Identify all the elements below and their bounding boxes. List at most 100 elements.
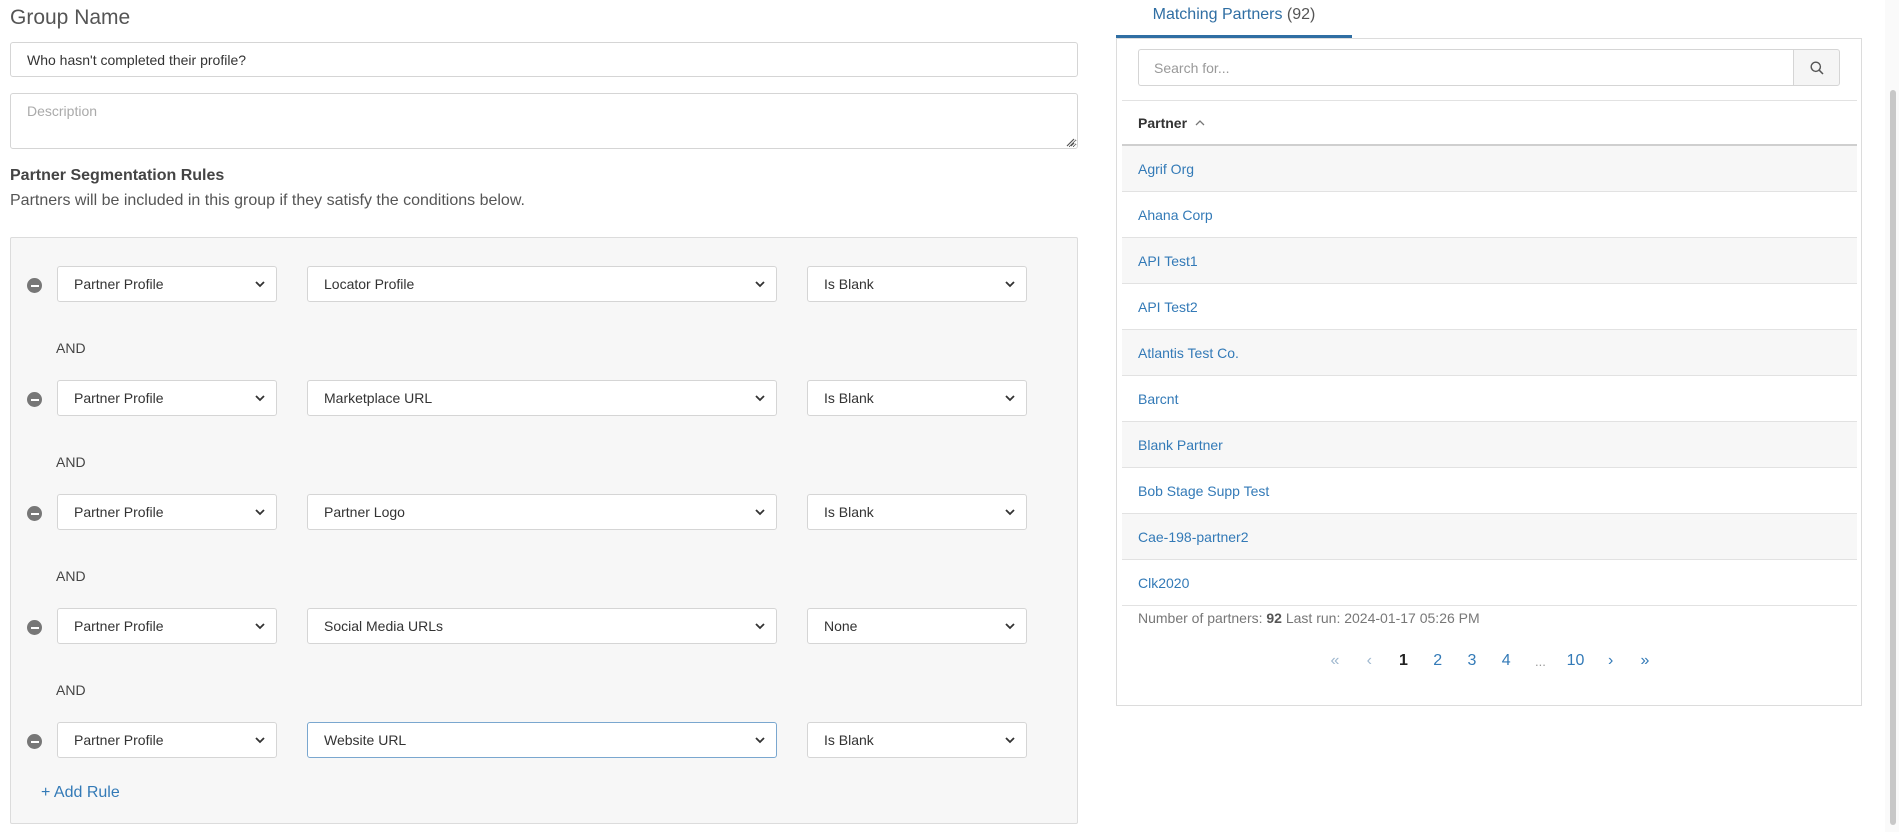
- count-value: 92: [1266, 610, 1282, 626]
- next-page-icon[interactable]: ›: [1603, 652, 1619, 670]
- page-scrollbar[interactable]: [1885, 0, 1899, 832]
- rule-source-select[interactable]: Partner Profile: [57, 494, 277, 530]
- and-label: AND: [56, 682, 86, 698]
- tab-matching-partners[interactable]: Matching Partners (92): [1116, 0, 1352, 38]
- rule-source-value: Partner Profile: [74, 732, 164, 748]
- first-page-icon[interactable]: «: [1327, 652, 1343, 670]
- rule-source-select[interactable]: Partner Profile: [57, 380, 277, 416]
- page-1[interactable]: 1: [1395, 652, 1411, 670]
- pagination: « ‹ 1 2 3 4 ... 10 › »: [1327, 649, 1653, 673]
- tab-count: (92): [1286, 6, 1316, 23]
- last-page-icon[interactable]: »: [1637, 652, 1653, 670]
- chevron-down-icon: [255, 395, 265, 402]
- rule-condition-select[interactable]: Is Blank: [807, 380, 1027, 416]
- rule-condition-value: Is Blank: [824, 276, 874, 292]
- rules-subtitle: Partners will be included in this group …: [10, 192, 525, 209]
- rule-source-value: Partner Profile: [74, 276, 164, 292]
- partner-row[interactable]: Barcnt: [1122, 376, 1857, 422]
- rule-condition-select[interactable]: Is Blank: [807, 722, 1027, 758]
- rule-condition-value: None: [824, 618, 858, 634]
- remove-rule-icon[interactable]: [27, 278, 42, 293]
- rule-row: Partner Profile Marketplace URL Is Blank: [11, 380, 1077, 416]
- chevron-down-icon: [255, 509, 265, 516]
- partner-column-header[interactable]: Partner: [1122, 100, 1857, 146]
- last-run-label: Last run:: [1285, 610, 1341, 626]
- rule-field-value: Locator Profile: [324, 276, 415, 292]
- partner-row[interactable]: Bob Stage Supp Test: [1122, 468, 1857, 514]
- search-icon: [1810, 61, 1824, 75]
- page-10[interactable]: 10: [1567, 652, 1585, 670]
- add-rule-button[interactable]: + Add Rule: [41, 784, 120, 802]
- partner-list: Agrif Org Ahana Corp API Test1 API Test2…: [1122, 146, 1857, 606]
- group-name-input[interactable]: [10, 42, 1078, 77]
- rule-condition-select[interactable]: Is Blank: [807, 266, 1027, 302]
- rule-field-select[interactable]: Locator Profile: [307, 266, 777, 302]
- rule-row: Partner Profile Social Media URLs None: [11, 608, 1077, 644]
- chevron-down-icon: [755, 509, 765, 516]
- group-name-label: Group Name: [10, 6, 131, 29]
- partner-count-summary: Number of partners: 92 Last run: 2024-01…: [1138, 610, 1480, 626]
- partner-row[interactable]: Clk2020: [1122, 560, 1857, 606]
- page-4[interactable]: 4: [1498, 652, 1514, 670]
- rule-row: Partner Profile Locator Profile Is Blank: [11, 266, 1077, 302]
- chevron-down-icon: [1005, 509, 1015, 516]
- remove-rule-icon[interactable]: [27, 734, 42, 749]
- search-bar: [1138, 49, 1840, 86]
- partner-row[interactable]: API Test1: [1122, 238, 1857, 284]
- rule-condition-value: Is Blank: [824, 390, 874, 406]
- chevron-down-icon: [1005, 623, 1015, 630]
- chevron-down-icon: [755, 281, 765, 288]
- remove-rule-icon[interactable]: [27, 392, 42, 407]
- last-run-value: 2024-01-17 05:26 PM: [1344, 610, 1480, 626]
- chevron-down-icon: [255, 623, 265, 630]
- rule-source-select[interactable]: Partner Profile: [57, 608, 277, 644]
- rule-source-select[interactable]: Partner Profile: [57, 722, 277, 758]
- page-ellipsis: ...: [1534, 653, 1546, 669]
- column-header-label: Partner: [1138, 114, 1188, 131]
- and-label: AND: [56, 340, 86, 356]
- rule-condition-select[interactable]: Is Blank: [807, 494, 1027, 530]
- partner-row[interactable]: Blank Partner: [1122, 422, 1857, 468]
- previous-page-icon[interactable]: ‹: [1361, 652, 1377, 670]
- rule-field-value: Website URL: [324, 732, 407, 748]
- rule-field-select[interactable]: Website URL: [307, 722, 777, 758]
- rule-field-select[interactable]: Marketplace URL: [307, 380, 777, 416]
- and-label: AND: [56, 568, 86, 584]
- partner-row[interactable]: Ahana Corp: [1122, 192, 1857, 238]
- rule-field-select[interactable]: Social Media URLs: [307, 608, 777, 644]
- rule-condition-select[interactable]: None: [807, 608, 1027, 644]
- rules-container: Partner Profile Locator Profile Is Blank…: [10, 237, 1078, 824]
- remove-rule-icon[interactable]: [27, 506, 42, 521]
- chevron-down-icon: [755, 623, 765, 630]
- page-3[interactable]: 3: [1464, 652, 1480, 670]
- partner-row[interactable]: Cae-198-partner2: [1122, 514, 1857, 560]
- chevron-down-icon: [755, 737, 765, 744]
- partner-row[interactable]: API Test2: [1122, 284, 1857, 330]
- rule-row: Partner Profile Website URL Is Blank: [11, 722, 1077, 758]
- description-input[interactable]: [10, 93, 1078, 149]
- and-label: AND: [56, 454, 86, 470]
- partner-row[interactable]: Atlantis Test Co.: [1122, 330, 1857, 376]
- rule-condition-value: Is Blank: [824, 732, 874, 748]
- search-button[interactable]: [1793, 49, 1840, 86]
- count-label: Number of partners:: [1138, 610, 1263, 626]
- rule-source-value: Partner Profile: [74, 390, 164, 406]
- chevron-down-icon: [1005, 281, 1015, 288]
- remove-rule-icon[interactable]: [27, 620, 42, 635]
- rule-field-value: Partner Logo: [324, 504, 405, 520]
- chevron-down-icon: [255, 737, 265, 744]
- rule-source-select[interactable]: Partner Profile: [57, 266, 277, 302]
- chevron-down-icon: [1005, 395, 1015, 402]
- rule-field-select[interactable]: Partner Logo: [307, 494, 777, 530]
- rule-condition-value: Is Blank: [824, 504, 874, 520]
- chevron-down-icon: [1005, 737, 1015, 744]
- scrollbar-thumb[interactable]: [1890, 90, 1896, 825]
- partner-row[interactable]: Agrif Org: [1122, 146, 1857, 192]
- page-2[interactable]: 2: [1430, 652, 1446, 670]
- rule-field-value: Marketplace URL: [324, 390, 433, 406]
- resize-handle-icon[interactable]: [1065, 137, 1075, 147]
- rule-source-value: Partner Profile: [74, 504, 164, 520]
- search-input[interactable]: [1138, 49, 1793, 86]
- tab-label: Matching Partners: [1152, 6, 1283, 23]
- rule-field-value: Social Media URLs: [324, 618, 444, 634]
